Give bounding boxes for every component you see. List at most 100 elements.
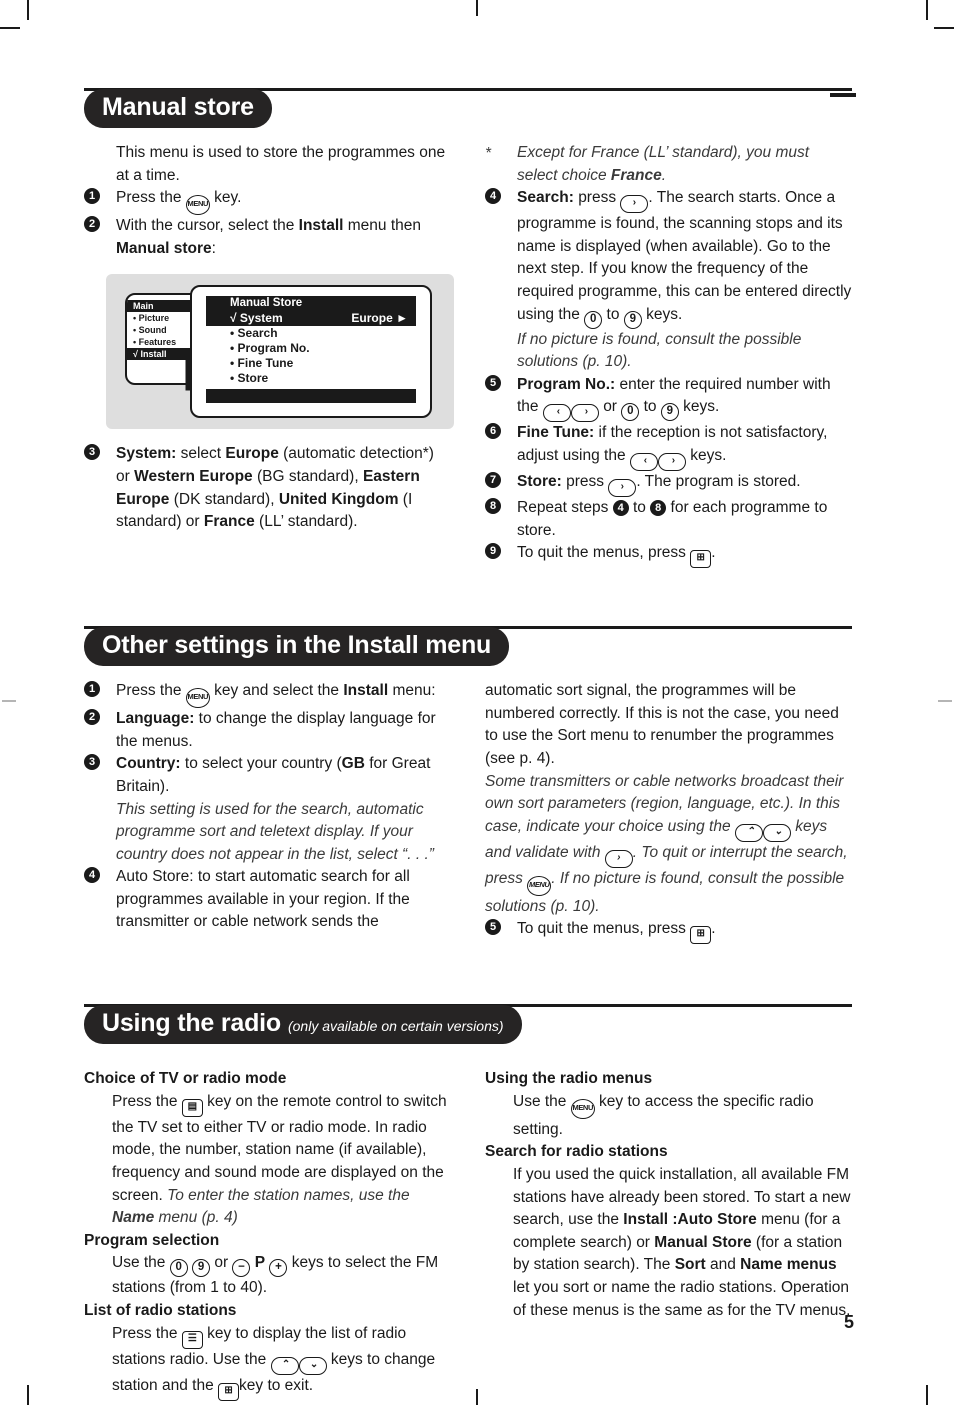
figure-row-system-arrow-icon: ►: [396, 311, 408, 326]
right-arrow-key-icon: ›: [620, 195, 649, 214]
right-arrow-key-icon-2: ›: [570, 404, 599, 423]
figure-submenu: Manual Store √ System Europe ► • Search …: [190, 285, 432, 419]
manual-store-step-3: 3 System: select Europe (automatic detec…: [84, 443, 451, 533]
figure-row-fine-tune: • Fine Tune: [206, 356, 416, 371]
plus-key-icon: +: [269, 1259, 288, 1278]
nine-key-icon: 9: [623, 310, 642, 329]
os-step-4-auto-store-label: Auto Store:: [116, 868, 194, 886]
step-9-text-a: To quit the menus, press: [517, 544, 686, 562]
step-4-search-label: Search:: [517, 189, 574, 207]
step-1-text-pre: Press the: [116, 189, 182, 207]
minus-key-icon: −: [232, 1259, 251, 1278]
manual-store-footnote: * Except for France (LL’ standard), you …: [485, 142, 852, 187]
step-6-fine-tune-label: Fine Tune:: [517, 424, 595, 442]
figure-row-system-value: Europe ►: [351, 311, 408, 326]
figure-row-system: √ System Europe ►: [206, 311, 416, 327]
menu-key-icon-3: MENU: [527, 875, 552, 896]
other-settings-columns: 1 Press the MENU key and select the Inst…: [84, 680, 852, 945]
left-right-key-pair-icon-2: ‹ ›: [629, 447, 686, 471]
step-number-9: 9: [485, 543, 501, 560]
figure-row-system-label: √ System: [230, 311, 283, 326]
menu-key-icon-4: MENU: [570, 1098, 595, 1119]
step-number-6: 6: [485, 423, 501, 440]
os-step-5-text-b: .: [711, 920, 716, 938]
other-settings-right-column: automatic sort signal, the programmes wi…: [485, 680, 852, 945]
page-number: 5: [843, 1312, 854, 1332]
section-using-the-radio: Using the radio (only available on certa…: [84, 1002, 852, 1401]
step-number-1: 1: [84, 188, 100, 205]
other-settings-step-3: 3 Country: to select your country (GB fo…: [84, 753, 451, 798]
os-step-number-2: 2: [84, 709, 100, 726]
step-8-text-a: Repeat steps: [517, 498, 609, 516]
manual-store-step-4: 4 Search: press ›. The search starts. On…: [485, 187, 852, 329]
figure-row-search: • Search: [206, 326, 416, 341]
step-number-7: 7: [485, 471, 501, 488]
figure-submenu-title: Manual Store: [206, 296, 416, 312]
other-settings-left-column: 1 Press the MENU key and select the Inst…: [84, 680, 451, 944]
step-4-text-b: . The search starts. Once a programme is…: [517, 189, 852, 323]
crop-mark-top-center: [476, 0, 478, 16]
figure-row-store-label: • Store: [230, 371, 269, 386]
manual-store-step-6: 6 Fine Tune: if the reception is not sat…: [485, 422, 852, 471]
section-title-pill-2: Other settings in the Install menu: [84, 627, 510, 667]
section-title-pill: Manual store: [84, 89, 272, 128]
section-title: Manual store: [102, 93, 254, 121]
tv-menu-figure: Main • Picture • Sound • Features √ Inst…: [106, 274, 454, 430]
radio-menus-text-a: Use the: [513, 1092, 567, 1110]
right-arrow-key-icon-4: ›: [608, 478, 637, 497]
step-8-ref-to: 8: [650, 499, 667, 516]
radio-using-menus-body: Use the MENU key to access the specific …: [485, 1091, 852, 1142]
down-arrow-key-icon: ⌄: [762, 823, 791, 842]
manual-store-step-9: 9 To quit the menus, press ⊞.: [485, 542, 852, 569]
nine-key-icon-2: 9: [660, 403, 679, 422]
page-content: Manual store This menu is used to store …: [84, 86, 852, 1401]
step-4-text-c: to: [606, 305, 620, 323]
step-number-8: 8: [485, 497, 501, 514]
other-settings-step-2: 2 Language: to change the display langua…: [84, 708, 451, 753]
crop-mark-top-right-h: [934, 27, 954, 29]
radio-choice-text-a: Press the: [112, 1092, 178, 1110]
up-arrow-key-icon: ⌃: [734, 823, 763, 842]
tv-radio-key-icon: ▤: [181, 1098, 203, 1117]
other-settings-continuation: automatic sort signal, the programmes wi…: [485, 682, 839, 767]
radio-program-text-a: Use the: [112, 1254, 166, 1272]
using-the-radio-columns: Choice of TV or radio mode Press the ▤ k…: [84, 1068, 852, 1401]
crop-mark-bottom-left-v: [27, 1385, 29, 1405]
radio-subhead-choice-mode: Choice of TV or radio mode: [84, 1070, 287, 1088]
manual-store-step-5: 5 Program No.: enter the required number…: [485, 374, 852, 423]
radio-right-column: Using the radio menus Use the MENU key t…: [485, 1068, 852, 1400]
step-2-manual-store-label: Manual store: [116, 239, 212, 257]
radio-list-stations-body: Press the ☰ key to display the list of r…: [84, 1323, 451, 1401]
figure-row-fine-tune-label: • Fine Tune: [230, 356, 294, 371]
figure-row-program-no: • Program No.: [206, 341, 416, 356]
crop-mark-top-left-h: [0, 27, 20, 29]
step-2-text-c: menu then: [347, 217, 421, 235]
os-step-1-text-b: key and select the: [214, 682, 340, 700]
step-number-5: 5: [485, 374, 501, 391]
other-settings-step-5: 5 To quit the menus, press ⊞.: [485, 918, 852, 945]
step-5-text-b: or: [603, 398, 617, 416]
up-down-key-pair-icon-2: ⌃ ⌄: [270, 1351, 327, 1375]
os-step-2-language-label: Language:: [116, 710, 195, 728]
up-arrow-key-icon-2: ⌃: [270, 1356, 299, 1375]
os-step-1-text-d: menu:: [392, 682, 436, 700]
crop-mark-top-right-v: [926, 0, 928, 20]
zero-key-icon-2: 0: [621, 403, 640, 422]
step-3-system-label: System:: [116, 445, 177, 463]
list-key-icon: ☰: [181, 1330, 203, 1349]
manual-store-step-4-note: If no picture is found, consult the poss…: [517, 330, 802, 371]
figure-row-program-no-label: • Program No.: [230, 341, 310, 356]
os-step-3-country-label: Country:: [116, 755, 181, 773]
nine-key-icon-3: 9: [192, 1259, 211, 1278]
manual-store-step-2: 2 With the cursor, select the Install me…: [84, 215, 451, 260]
os-step-number-5: 5: [485, 919, 501, 936]
step-2-text-e: :: [211, 239, 216, 257]
radio-left-column: Choice of TV or radio mode Press the ▤ k…: [84, 1068, 451, 1401]
right-arrow-key-icon-5: ›: [604, 849, 633, 868]
step-6-text-b: keys.: [690, 446, 727, 464]
other-settings-note: Some transmitters or cable networks broa…: [485, 771, 852, 919]
manual-store-intro: This menu is used to store the programme…: [116, 144, 446, 184]
fold-mark-left: [2, 700, 16, 702]
step-7-store-label: Store:: [517, 472, 562, 490]
crop-mark-top-left-v: [27, 0, 29, 20]
